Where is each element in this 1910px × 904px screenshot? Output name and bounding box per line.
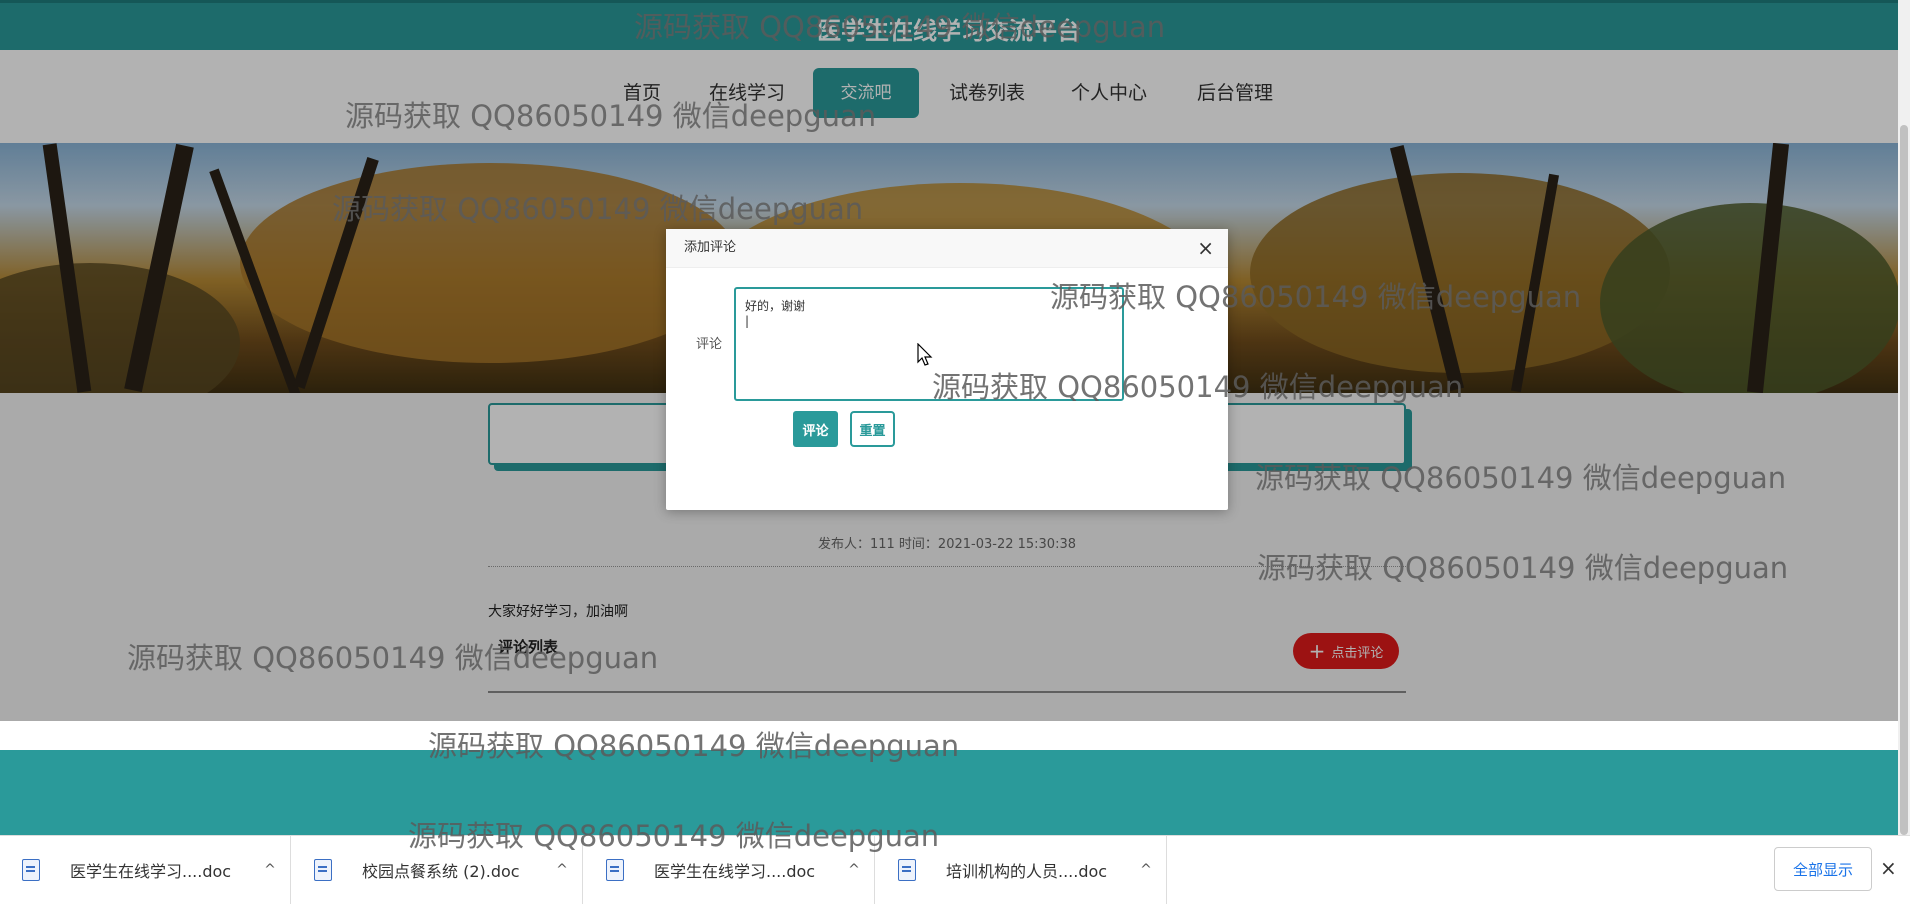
- page-scrollbar[interactable]: [1898, 0, 1910, 835]
- download-item[interactable]: 医学生在线学习....doc ^: [0, 836, 291, 904]
- download-filename: 校园点餐系统 (2).doc: [362, 862, 520, 881]
- scrollbar-thumb[interactable]: [1900, 125, 1908, 835]
- download-item[interactable]: 校园点餐系统 (2).doc ^: [292, 836, 583, 904]
- download-bar: 医学生在线学习....doc ^ 校园点餐系统 (2).doc ^ 医学生在线学…: [0, 835, 1910, 904]
- close-icon[interactable]: ×: [1880, 856, 1897, 880]
- download-item[interactable]: 培训机构的人员....doc ^: [876, 836, 1167, 904]
- show-all-downloads-button[interactable]: 全部显示: [1774, 847, 1872, 891]
- download-item[interactable]: 医学生在线学习....doc ^: [584, 836, 875, 904]
- download-filename: 医学生在线学习....doc: [654, 862, 816, 881]
- footer: [0, 750, 1898, 835]
- close-icon[interactable]: ×: [1197, 229, 1214, 267]
- mouse-pointer-icon: [917, 343, 933, 366]
- chevron-up-icon[interactable]: ^: [542, 862, 582, 878]
- dialog-header: 添加评论 ×: [666, 229, 1228, 268]
- download-filename: 培训机构的人员....doc: [946, 862, 1108, 881]
- dialog-title: 添加评论: [684, 240, 737, 255]
- word-doc-icon: [314, 859, 332, 881]
- reset-button[interactable]: 重置: [850, 411, 895, 447]
- submit-comment-button[interactable]: 评论: [793, 411, 838, 447]
- download-filename: 医学生在线学习....doc: [70, 862, 232, 881]
- add-comment-dialog: 添加评论 × 评论 好的，谢谢 | 评论 重置: [666, 229, 1228, 510]
- comment-field-label: 评论: [696, 337, 723, 352]
- chevron-up-icon[interactable]: ^: [834, 862, 874, 878]
- word-doc-icon: [606, 859, 624, 881]
- chevron-up-icon[interactable]: ^: [250, 862, 290, 878]
- word-doc-icon: [22, 859, 40, 881]
- chevron-up-icon[interactable]: ^: [1126, 862, 1166, 878]
- word-doc-icon: [898, 859, 916, 881]
